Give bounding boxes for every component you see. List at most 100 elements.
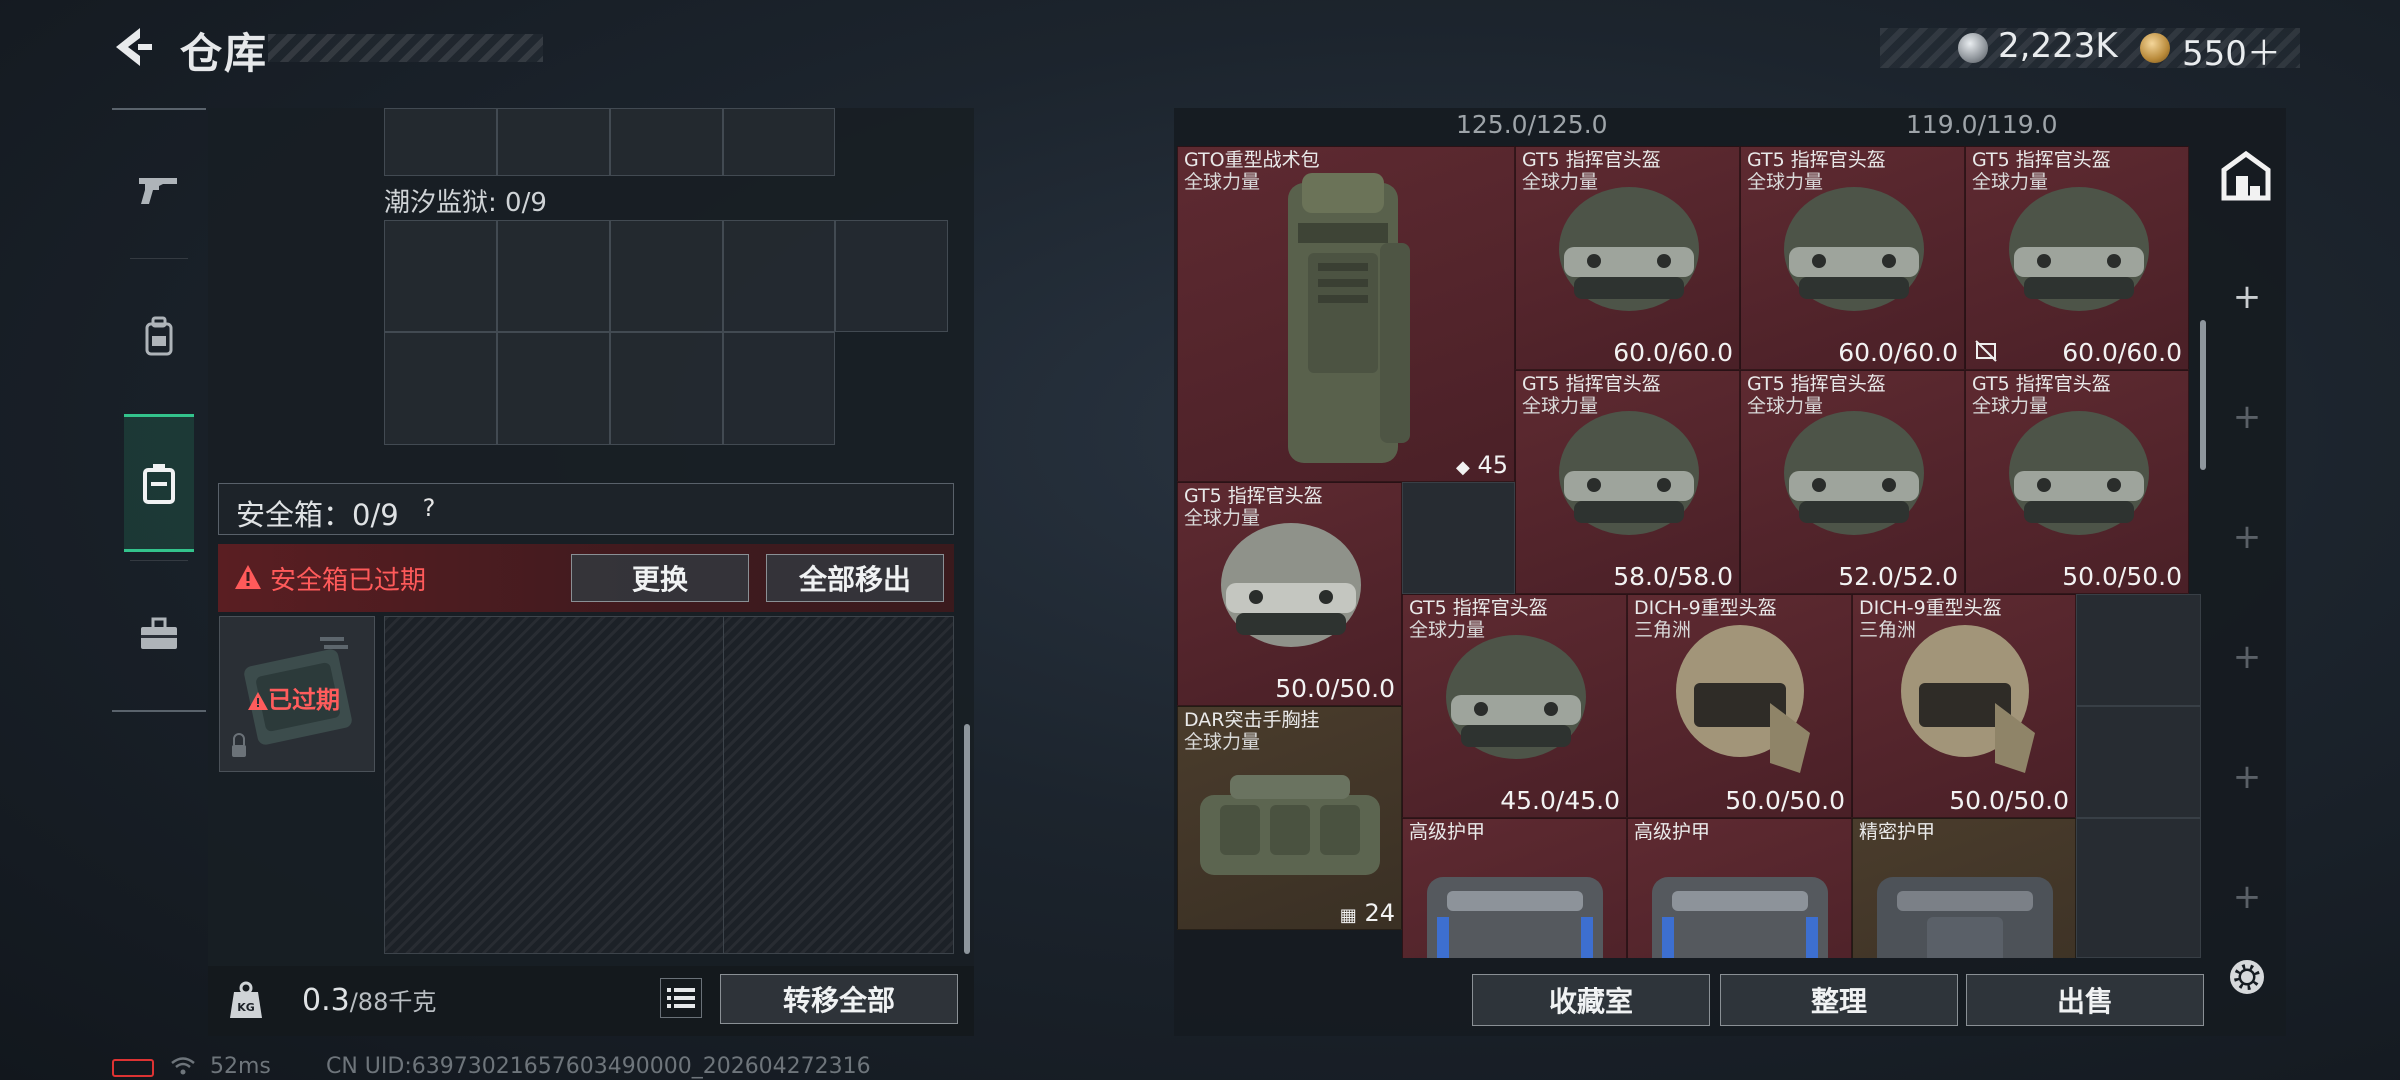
warehouse-tab[interactable] [2216,146,2276,206]
page-title: 仓库 [180,29,269,78]
list-icon [667,988,695,1008]
storage-slot[interactable] [723,220,835,332]
helmet-icon [1446,635,1586,759]
gold-amount[interactable]: 550＋ [2182,26,2281,75]
empty-slot[interactable] [2076,594,2201,706]
inventory-item-backpack[interactable]: GTO重型战术包 全球力量 ◆ 45 [1177,146,1515,482]
help-icon[interactable]: ? [414,494,444,524]
user-uid: CN UID:639730216576034900​00_20260427231… [326,1054,871,1079]
nav-safebox[interactable] [112,414,206,554]
add-tab-button[interactable]: + [2222,752,2272,802]
inventory-item-helmet[interactable]: GT5 指挥官头盔 全球力量 45.0/45.0 [1402,594,1627,818]
add-tab-button[interactable]: + [2222,392,2272,442]
inventory-item-armor[interactable]: 高级护甲 [1402,818,1627,958]
safebox-grid[interactable] [384,616,954,954]
pistol-icon [139,178,177,204]
plus-icon: + [2232,277,2262,317]
bag-icon: ◆ [1455,457,1470,478]
item-durability: 50.0/50.0 [1275,674,1395,703]
inventory-item-helmet[interactable]: GT5 指挥官头盔 全球力量 60.0/60.0 [1515,146,1740,370]
inventory-grid: GTO重型战术包 全球力量 ◆ 45 GT5 指挥官头盔 全球力量 60.0/6… [1177,112,2201,958]
capacity-value: 45 [1477,451,1508,479]
case-expired-label: 已过期 [248,680,340,715]
storage-slot[interactable] [723,332,835,445]
inventory-item-helmet[interactable]: GT5 指挥官头盔 全球力量 60.0/60.0 [1740,146,1965,370]
chest-rig-icon [1200,775,1380,875]
item-name: GT5 指挥官头盔 [1747,373,1886,395]
storage-slot[interactable] [610,108,723,176]
nav-tools[interactable] [112,564,206,704]
storage-slot[interactable] [610,332,723,445]
capacity-value: 24 [1364,899,1395,927]
nav-divider [130,258,188,259]
storage-slot[interactable] [610,220,723,332]
sell-button[interactable]: 出售 [1966,974,2204,1026]
item-faction: 全球力量 [1184,731,1261,753]
item-durability: 58.0/58.0 [1613,562,1733,591]
plus-icon: + [2232,517,2262,557]
weight-icon: KG [228,980,264,1020]
transfer-all-button[interactable]: 转移全部 [720,974,958,1024]
storage-slot[interactable] [723,108,835,176]
case-expired-text: 已过期 [268,686,340,714]
item-durability: 60.0/60.0 [1838,338,1958,367]
add-tab-button[interactable]: + [2222,272,2272,322]
item-name: GT5 指挥官头盔 [1409,597,1548,619]
item-durability: 50.0/50.0 [2062,562,2182,591]
nav-weapons[interactable] [112,120,206,260]
storage-slot[interactable] [835,220,948,332]
armor-icon [1427,877,1603,958]
storage-slot[interactable] [384,332,497,445]
inventory-item-helmet[interactable]: GT5 指挥官头盔 全球力量 60.0/60.0 [1965,146,2189,370]
silver-amount: 2,223K [1998,26,2118,66]
inventory-item-armor[interactable]: 精密护甲 [1852,818,2076,958]
nav-divider [130,560,188,561]
storage-slot[interactable] [497,332,610,445]
item-durability: 52.0/52.0 [1838,562,1958,591]
item-name: GT5 指挥官头盔 [1522,149,1661,171]
empty-slot[interactable] [2076,818,2201,958]
storage-slot[interactable] [497,220,610,332]
weight-value: 0.3 [302,983,350,1018]
wifi-icon [170,1056,196,1080]
gear-icon[interactable] [2222,952,2272,1002]
item-durability: 50.0/50.0 [1949,786,2069,815]
inventory-item-helmet[interactable]: DICH-9重型头盔 三角洲 50.0/50.0 [1852,594,2076,818]
inventory-item-helmet[interactable]: GT5 指挥官头盔 全球力量 52.0/52.0 [1740,370,1965,594]
storage-slot[interactable] [384,108,497,176]
add-tab-button[interactable]: + [2222,512,2272,562]
sort-button[interactable]: 整理 [1720,974,1958,1026]
item-durability: 60.0/60.0 [2062,338,2182,367]
right-scrollbar[interactable] [2200,320,2206,470]
ping-readout: 52ms [210,1054,271,1079]
back-arrow-icon[interactable] [110,24,156,70]
storage-slot[interactable] [384,220,497,332]
storage-slot[interactable] [497,108,610,176]
item-durability: 45.0/45.0 [1500,786,1620,815]
add-tab-button[interactable]: + [2222,872,2272,922]
safebox-icon [143,464,175,504]
inventory-item-chest-rig[interactable]: DAR突击手胸挂 全球力量 ▦ 24 [1177,706,1402,930]
title-stripe-decoration [268,34,543,62]
backpack-icon [145,316,173,356]
vault-button[interactable]: 收藏室 [1472,974,1710,1026]
inventory-item-helmet[interactable]: DICH-9重型头盔 三角洲 50.0/50.0 [1627,594,1852,818]
left-scrollbar[interactable] [964,724,970,954]
inventory-item-armor[interactable]: 高级护甲 [1627,818,1852,958]
item-faction: 全球力量 [1184,171,1261,193]
inventory-item-helmet[interactable]: GT5 指挥官头盔 全球力量 58.0/58.0 [1515,370,1740,594]
move-all-out-button[interactable]: 全部移出 [766,554,944,602]
helmet-icon [1901,625,2035,773]
gold-coin-icon [2140,33,2170,63]
item-durability: 60.0/60.0 [1613,338,1733,367]
empty-slot[interactable] [2076,706,2201,818]
capacity-badge: ◆ 45 [1456,451,1508,479]
empty-slot[interactable] [1402,482,1515,594]
add-tab-button[interactable]: + [2222,632,2272,682]
replace-button[interactable]: 更换 [571,554,749,602]
helmet-icon [1221,523,1361,647]
inventory-item-helmet[interactable]: GT5 指挥官头盔 全球力量 50.0/50.0 [1965,370,2189,594]
nav-equipment[interactable] [112,266,206,406]
inventory-item-helmet[interactable]: GT5 指挥官头盔 全球力量 50.0/50.0 [1177,482,1402,706]
list-view-button[interactable] [660,978,702,1018]
